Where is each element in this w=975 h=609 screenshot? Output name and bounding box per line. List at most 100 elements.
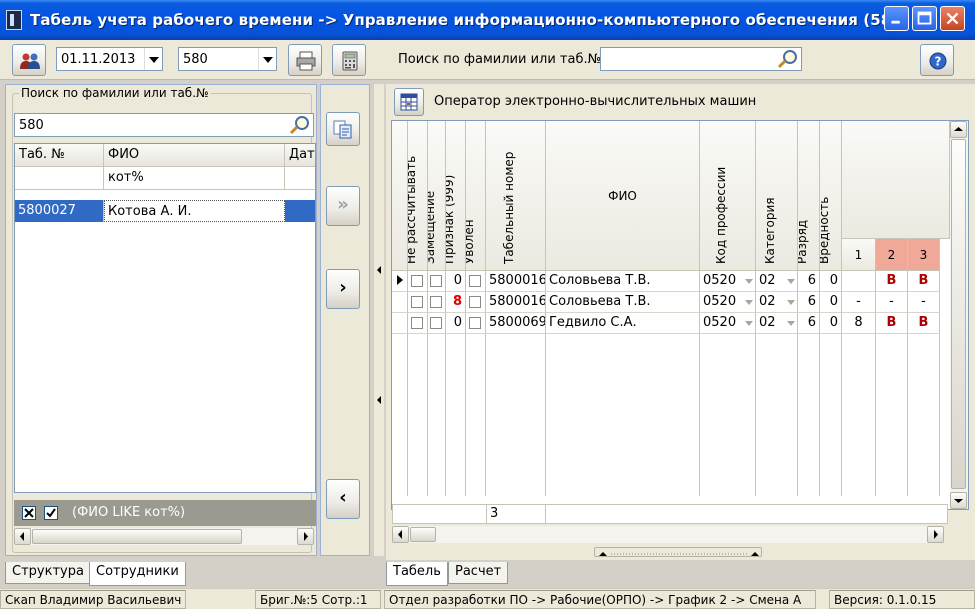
print-button[interactable]: [288, 44, 322, 76]
no-calc-checkbox[interactable]: [408, 313, 428, 334]
tab-num-cell[interactable]: 5800016: [486, 271, 546, 292]
tab-structure[interactable]: Структура: [5, 562, 91, 584]
left-search-field[interactable]: [14, 113, 314, 137]
day-1-cell[interactable]: 8: [842, 313, 876, 334]
right-vertical-scrollbar[interactable]: [950, 121, 968, 509]
replace-checkbox[interactable]: [428, 292, 446, 313]
column-header-prof-code[interactable]: Код профессии: [700, 121, 756, 271]
no-calc-checkbox[interactable]: [408, 271, 428, 292]
column-header-tab[interactable]: Таб. №: [15, 144, 104, 167]
chevron-down-icon[interactable]: [745, 321, 753, 326]
chevron-down-icon[interactable]: [787, 279, 795, 284]
scroll-thumb[interactable]: [951, 139, 966, 489]
chevron-down-icon[interactable]: [144, 48, 162, 70]
replace-checkbox[interactable]: [428, 313, 446, 334]
category-cell[interactable]: 02: [756, 292, 798, 313]
prof-code-cell[interactable]: 0520: [700, 271, 756, 292]
scroll-up-arrow[interactable]: [950, 121, 967, 138]
close-button[interactable]: [940, 6, 965, 31]
filter-cell-tab[interactable]: [15, 167, 104, 190]
grade-cell[interactable]: 6: [798, 292, 820, 313]
clear-filter-button[interactable]: [22, 506, 36, 520]
copy-button[interactable]: [326, 112, 360, 146]
date-select[interactable]: 01.11.2013: [56, 47, 163, 71]
fired-checkbox[interactable]: [466, 271, 486, 292]
maximize-button[interactable]: [912, 6, 937, 31]
fio-cell[interactable]: Гедвило С.А.: [546, 313, 700, 334]
bottom-splitter[interactable]: [594, 547, 762, 557]
tab-timesheet[interactable]: Табель: [386, 562, 448, 586]
help-button[interactable]: ?: [920, 44, 954, 76]
collapse-left-icon[interactable]: [374, 390, 384, 410]
filter-cell-date[interactable]: [285, 167, 315, 190]
day-3-cell[interactable]: -: [908, 292, 940, 313]
checkbox-icon[interactable]: [430, 296, 442, 308]
column-header-replace[interactable]: Замещение: [428, 121, 446, 271]
fired-checkbox[interactable]: [466, 313, 486, 334]
tab-employees[interactable]: Сотрудники: [89, 562, 186, 586]
fio-cell[interactable]: Соловьева Т.В.: [546, 292, 700, 313]
column-header-flag999[interactable]: Признак (999): [446, 121, 466, 271]
move-left-button[interactable]: ‹: [326, 479, 360, 519]
left-search-input[interactable]: [15, 114, 313, 136]
row-indicator[interactable]: [392, 313, 408, 334]
column-header-grade[interactable]: Разряд: [798, 121, 820, 271]
panel-splitter[interactable]: [374, 84, 384, 556]
fired-checkbox[interactable]: [466, 292, 486, 313]
chevron-down-icon[interactable]: [787, 321, 795, 326]
harm-cell[interactable]: 0: [820, 292, 842, 313]
grid-settings-button[interactable]: [394, 88, 424, 116]
category-cell[interactable]: 02: [756, 313, 798, 334]
tab-num-cell[interactable]: 5800069: [486, 313, 546, 334]
category-cell[interactable]: 02: [756, 271, 798, 292]
checkbox-icon[interactable]: [411, 275, 423, 287]
day-1-cell[interactable]: -: [842, 292, 876, 313]
users-button[interactable]: [12, 44, 46, 76]
day-3-cell[interactable]: В: [908, 313, 940, 334]
calculator-button[interactable]: [332, 44, 366, 76]
grade-cell[interactable]: 6: [798, 271, 820, 292]
column-header-tab-num[interactable]: Табельный номер: [486, 121, 546, 271]
column-header-day-2[interactable]: 2: [876, 239, 908, 271]
column-header-category[interactable]: Категория: [756, 121, 798, 271]
row-indicator[interactable]: [392, 271, 408, 292]
scroll-down-arrow[interactable]: [950, 492, 967, 509]
column-header-no-calc[interactable]: Не рассчитывать: [408, 121, 428, 271]
grade-cell[interactable]: 6: [798, 313, 820, 334]
tab-calculation[interactable]: Расчет: [448, 562, 509, 584]
day-2-cell[interactable]: В: [876, 271, 908, 292]
day-1-cell[interactable]: [842, 271, 876, 292]
tab-num-cell[interactable]: 5800016: [486, 292, 546, 313]
search-input[interactable]: [601, 48, 801, 70]
checkbox-icon[interactable]: [469, 317, 481, 329]
search-icon[interactable]: [289, 115, 311, 135]
move-all-right-button[interactable]: »: [326, 186, 360, 226]
column-header-harm[interactable]: Вредность: [820, 121, 842, 271]
prof-code-cell[interactable]: 0520: [700, 292, 756, 313]
collapse-left-icon[interactable]: [374, 260, 384, 280]
checkbox-icon[interactable]: [430, 275, 442, 287]
search-field[interactable]: [600, 47, 802, 71]
checkbox-icon[interactable]: [469, 275, 481, 287]
column-header-date[interactable]: Дат: [285, 144, 315, 167]
flag999-cell[interactable]: 0: [446, 313, 466, 334]
chevron-down-icon[interactable]: [258, 48, 276, 70]
column-header-day-1[interactable]: 1: [842, 239, 876, 271]
checkbox-icon[interactable]: [411, 317, 423, 329]
flag999-cell[interactable]: 8: [446, 292, 466, 313]
checkbox-icon[interactable]: [430, 317, 442, 329]
table-row-date[interactable]: [285, 200, 315, 222]
filter-cell-fio[interactable]: кот%: [104, 167, 285, 190]
day-2-cell[interactable]: В: [876, 313, 908, 334]
no-calc-checkbox[interactable]: [408, 292, 428, 313]
move-right-button[interactable]: ›: [326, 269, 360, 309]
flag999-cell[interactable]: 0: [446, 271, 466, 292]
day-3-cell[interactable]: В: [908, 271, 940, 292]
fio-cell[interactable]: Соловьева Т.В.: [546, 271, 700, 292]
scroll-thumb[interactable]: [410, 527, 436, 542]
day-2-cell[interactable]: -: [876, 292, 908, 313]
chevron-down-icon[interactable]: [745, 279, 753, 284]
checkbox-icon[interactable]: [469, 296, 481, 308]
department-select[interactable]: 580: [178, 47, 277, 71]
scroll-left-arrow[interactable]: [392, 526, 409, 543]
